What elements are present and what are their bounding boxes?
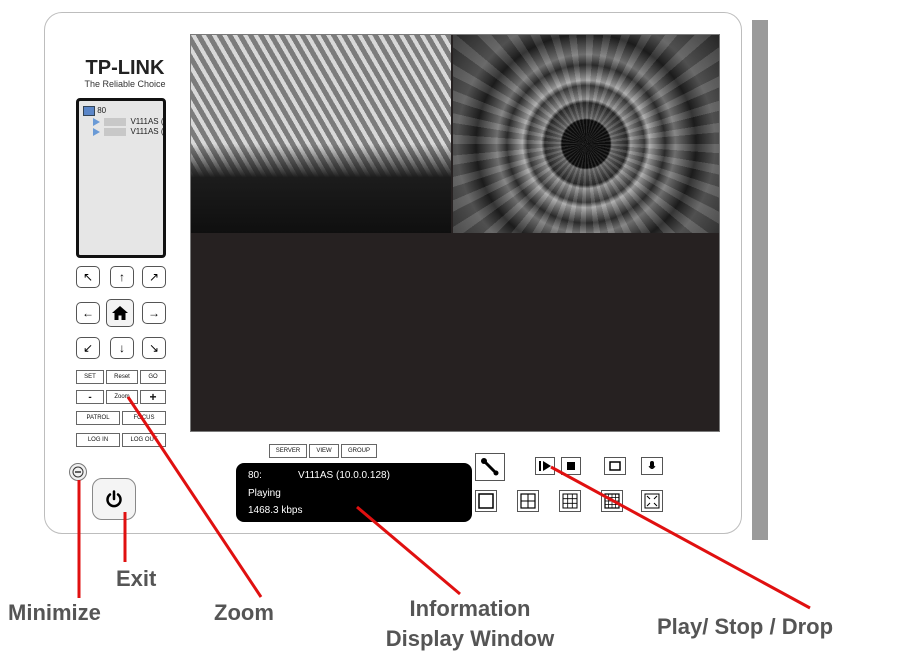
callout-info-line1: Information xyxy=(409,596,531,621)
callout-info-line2: Display Window xyxy=(385,626,555,651)
callout-exit: Exit xyxy=(116,566,157,591)
play-stop-pointer-line xyxy=(550,465,811,610)
info-pointer-line xyxy=(356,505,461,596)
callout-play-stop-drop: Play/ Stop / Drop xyxy=(657,614,834,639)
annotation-lines xyxy=(77,396,811,610)
callout-zoom: Zoom xyxy=(214,600,274,625)
callout-minimize: Minimize xyxy=(8,600,101,625)
